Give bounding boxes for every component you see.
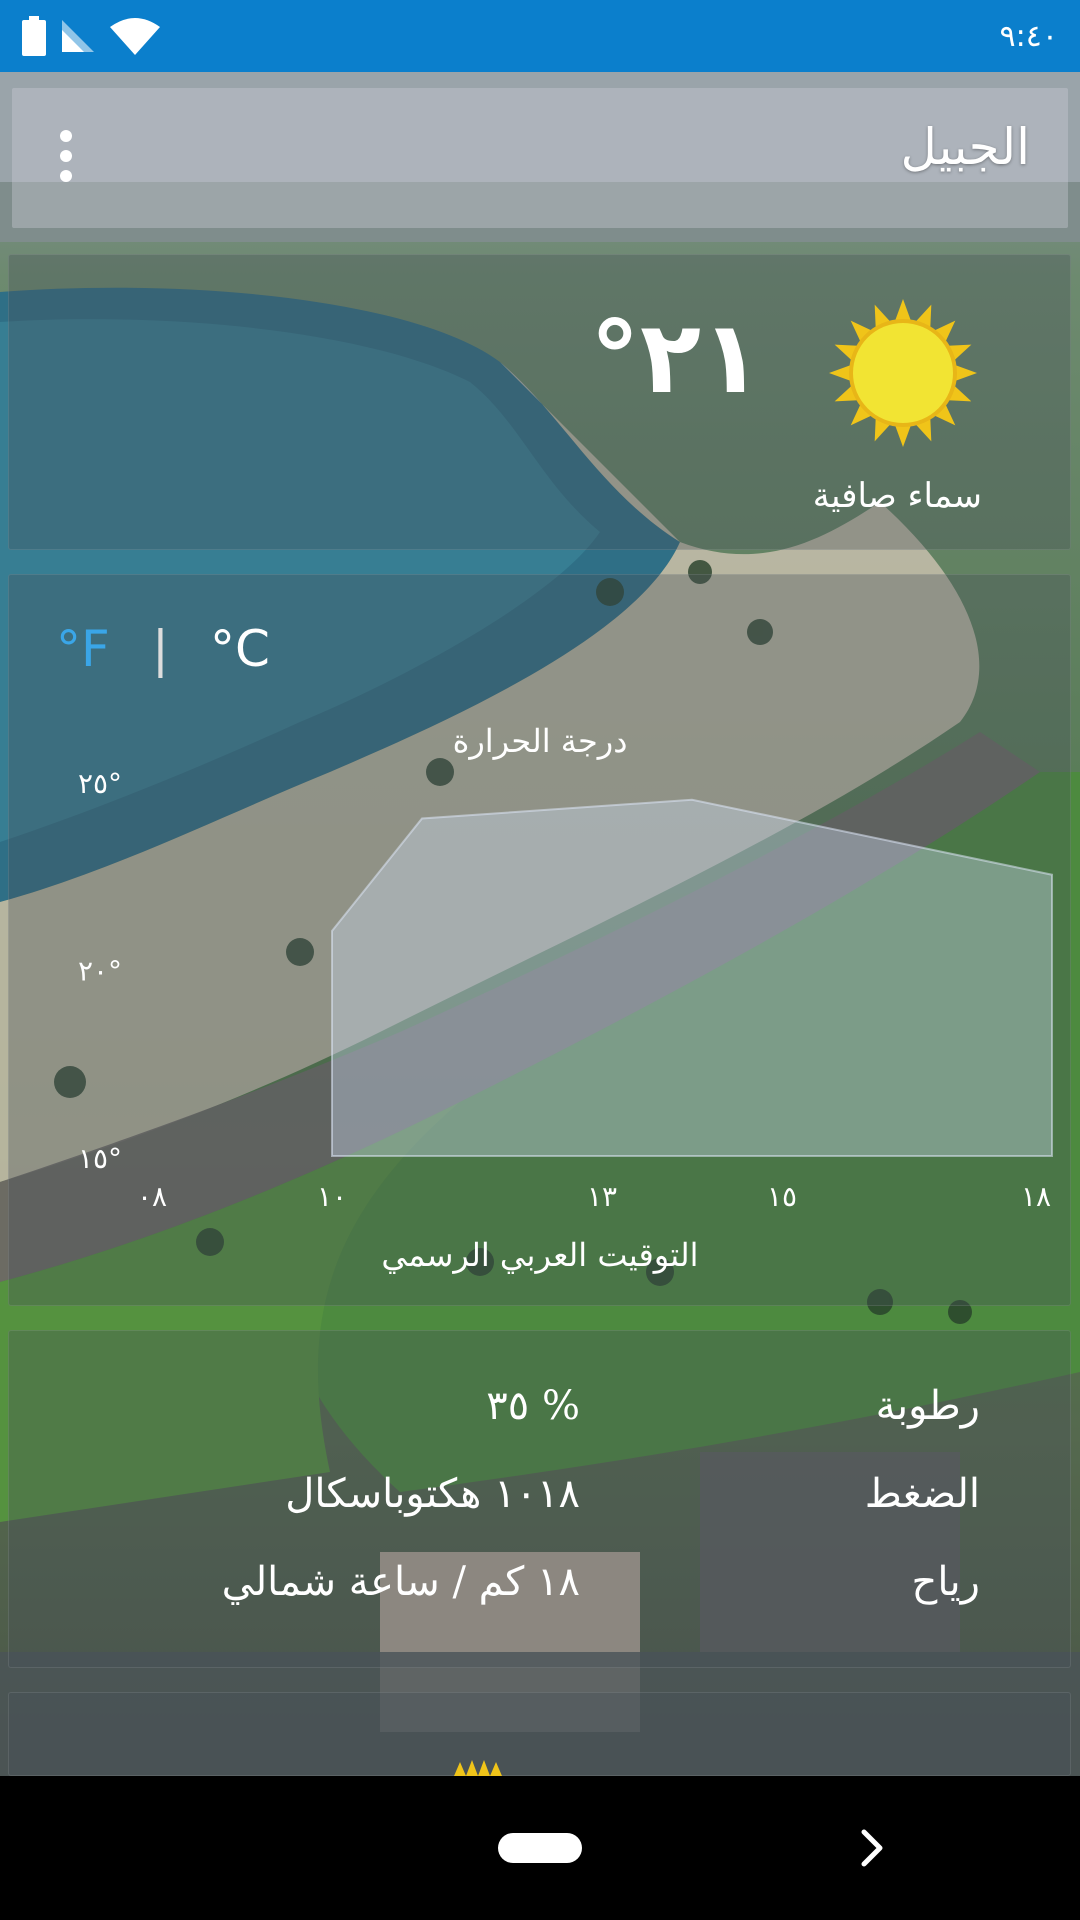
chevron-right-icon[interactable] (858, 1828, 888, 1868)
temperature-area-series (331, 798, 1053, 1157)
chart-x-tick-label: ١٥ (767, 1180, 797, 1213)
chart-y-tick-label: ٢٥° (78, 767, 122, 800)
detail-label: الضغط (864, 1471, 980, 1517)
signal-icon (62, 20, 94, 52)
chart-x-axis-title: التوقيت العربي الرسمي (381, 1236, 699, 1274)
home-pill-button[interactable] (498, 1833, 582, 1863)
chart-x-tick-label: ١٠ (317, 1180, 347, 1213)
celsius-toggle[interactable]: °C (210, 620, 270, 678)
chart-y-tick-label: ١٥° (78, 1142, 122, 1175)
chart-x-tick-label: ٠٨ (137, 1180, 167, 1213)
detail-value: ١٨ كم / ساعة شمالي (221, 1559, 580, 1605)
chart-x-tick-label: ١٣ (587, 1180, 617, 1213)
status-bar: ٩:٤٠ (0, 0, 1080, 72)
detail-row-wind: رياح ١٨ كم / ساعة شمالي (60, 1559, 980, 1619)
current-condition: سماء صافية (812, 476, 982, 516)
status-icons (22, 16, 160, 56)
sun-icon (829, 299, 977, 447)
battery-icon (22, 16, 46, 56)
status-time: ٩:٤٠ (999, 18, 1058, 54)
detail-value: ١٠١٨ هكتوباسكال (285, 1471, 580, 1517)
unit-separator: | (152, 620, 169, 678)
sun-icon (454, 1760, 502, 1776)
next-card-partial (8, 1692, 1071, 1776)
detail-row-humidity: رطوبة ٣٥ % (60, 1383, 980, 1443)
wifi-icon (110, 18, 160, 55)
detail-label: رطوبة (875, 1383, 980, 1429)
chart-x-tick-label: ١٨ (1021, 1180, 1051, 1213)
overflow-menu-icon[interactable] (56, 128, 76, 184)
detail-label: رياح (911, 1559, 980, 1605)
chart-y-tick-label: ٢٠° (78, 955, 122, 988)
city-title: الجبيل (900, 118, 1030, 176)
detail-row-pressure: الضغط ١٠١٨ هكتوباسكال (60, 1471, 980, 1531)
current-temperature: °٢١ (590, 299, 763, 416)
temperature-chart: ٢٥° ٢٠° ١٥° ٠٨ ١٠ ١٣ ١٥ ١٨ (78, 767, 1053, 1213)
fahrenheit-toggle[interactable]: °F (56, 620, 110, 678)
detail-value: ٣٥ % (486, 1383, 580, 1429)
